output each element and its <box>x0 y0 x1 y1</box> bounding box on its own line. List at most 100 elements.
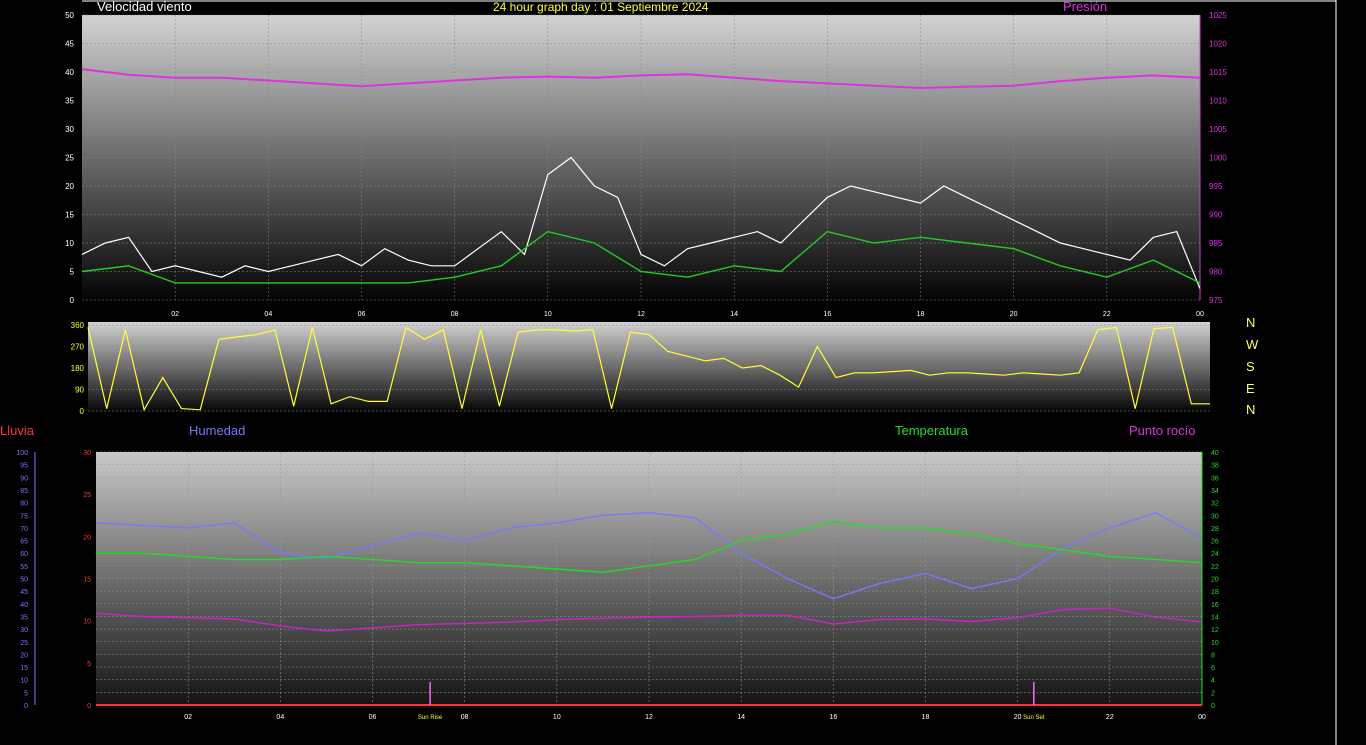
temp-x-tick-label: 12 <box>645 714 653 721</box>
humidity-y-tick-label: 35 <box>20 614 28 621</box>
sunrise-label: Sun Rise <box>418 715 443 721</box>
weather-charts: 0510152025303540455097598098599099510001… <box>16 0 1337 745</box>
wind-title: Velocidad viento <box>97 0 192 14</box>
pressure-y-tick-label: 980 <box>1209 268 1223 277</box>
humidity-y-tick-label: 75 <box>20 513 28 520</box>
wind-x-tick-label: 00 <box>1196 311 1204 318</box>
wind-x-tick-label: 02 <box>171 311 179 318</box>
humidity-y-tick-label: 25 <box>20 640 28 647</box>
rain-y-tick-label: 30 <box>83 450 91 457</box>
rain-y-tick-label: 0 <box>87 703 91 710</box>
temperature-y-tick-label: 28 <box>1211 526 1219 533</box>
wind-x-tick-label: 14 <box>730 311 738 318</box>
wind-x-tick-label: 16 <box>823 311 831 318</box>
chart-main-title: 24 hour graph day : 01 Septiembre 2024 <box>493 0 709 14</box>
temp-x-tick-label: 08 <box>461 714 469 721</box>
humidity-y-tick-label: 70 <box>20 526 28 533</box>
humidity-y-tick-label: 100 <box>16 450 28 457</box>
temp-x-tick-label: 16 <box>829 714 837 721</box>
rain-y-tick-label: 20 <box>83 534 91 541</box>
compass-n-top: N <box>1246 315 1256 330</box>
humidity-y-tick-label: 45 <box>20 589 28 596</box>
humidity-y-tick-label: 5 <box>24 690 28 697</box>
temperature-y-tick-label: 16 <box>1211 602 1219 609</box>
compass-e: E <box>1246 381 1255 396</box>
humidity-y-tick-label: 85 <box>20 488 28 495</box>
pressure-y-tick-label: 1020 <box>1209 40 1227 49</box>
wind-y-tick-label: 10 <box>65 239 74 248</box>
temperature-y-tick-label: 2 <box>1211 690 1215 697</box>
temperature-y-tick-label: 8 <box>1211 652 1215 659</box>
pressure-y-tick-label: 1005 <box>1209 125 1227 134</box>
pressure-title: Presión <box>1063 0 1108 14</box>
temperature-title: Temperatura <box>895 423 968 438</box>
rain-y-tick-label: 15 <box>83 577 91 584</box>
temp-x-tick-label: 02 <box>184 714 192 721</box>
rain-y-tick-label: 25 <box>83 492 91 499</box>
rain-title: Lluvia <box>0 423 34 438</box>
humidity-title: Humedad <box>189 423 246 438</box>
temperature-y-tick-label: 30 <box>1211 513 1219 520</box>
pressure-y-tick-label: 995 <box>1209 182 1223 191</box>
direction-y-tick-label: 180 <box>71 364 85 373</box>
temperature-y-tick-label: 14 <box>1211 614 1219 621</box>
wind-y-tick-label: 45 <box>65 40 74 49</box>
temp-x-tick-label: 04 <box>276 714 284 721</box>
wind-x-tick-label: 08 <box>451 311 459 318</box>
direction-y-tick-label: 0 <box>80 407 85 416</box>
temperature-y-tick-label: 20 <box>1211 577 1219 584</box>
compass-w: W <box>1246 337 1259 352</box>
humidity-y-tick-label: 40 <box>20 602 28 609</box>
temp-x-tick-label: 14 <box>737 714 745 721</box>
humidity-y-tick-label: 10 <box>20 678 28 685</box>
temperature-y-tick-label: 34 <box>1211 488 1219 495</box>
humidity-y-tick-label: 15 <box>20 665 28 672</box>
pressure-y-tick-label: 975 <box>1209 296 1223 305</box>
temperature-y-tick-label: 6 <box>1211 665 1215 672</box>
temperature-y-tick-label: 22 <box>1211 564 1219 571</box>
temperature-y-tick-label: 18 <box>1211 589 1219 596</box>
temperature-y-tick-label: 12 <box>1211 627 1219 634</box>
direction-y-tick-label: 90 <box>75 386 84 395</box>
pressure-y-tick-label: 1000 <box>1209 154 1227 163</box>
humidity-y-tick-label: 55 <box>20 564 28 571</box>
direction-y-tick-label: 270 <box>71 343 85 352</box>
temperature-y-tick-label: 38 <box>1211 463 1219 470</box>
humidity-y-tick-label: 30 <box>20 627 28 634</box>
direction-y-tick-label: 360 <box>71 321 85 330</box>
rain-y-tick-label: 5 <box>87 661 91 668</box>
temp-x-tick-label: 18 <box>922 714 930 721</box>
humidity-y-tick-label: 0 <box>24 703 28 710</box>
temp-x-tick-label: 20 <box>1014 714 1022 721</box>
wind-x-tick-label: 22 <box>1103 311 1111 318</box>
humidity-y-tick-label: 90 <box>20 475 28 482</box>
wind-y-tick-label: 20 <box>65 182 74 191</box>
temp-x-tick-label: 00 <box>1198 714 1206 721</box>
pressure-y-tick-label: 1010 <box>1209 97 1227 106</box>
wind-x-tick-label: 18 <box>917 311 925 318</box>
humidity-y-tick-label: 65 <box>20 539 28 546</box>
humidity-y-tick-label: 60 <box>20 551 28 558</box>
temp-x-tick-label: 10 <box>553 714 561 721</box>
compass-n-bottom: N <box>1246 402 1256 417</box>
wind-y-tick-label: 15 <box>65 211 74 220</box>
temperature-y-tick-label: 32 <box>1211 501 1219 508</box>
dewpoint-title: Punto rocío <box>1129 423 1196 438</box>
temp-x-tick-label: 22 <box>1106 714 1114 721</box>
temperature-y-tick-label: 10 <box>1211 640 1219 647</box>
wind-x-tick-label: 04 <box>264 311 272 318</box>
humidity-y-tick-label: 20 <box>20 652 28 659</box>
humidity-y-tick-label: 50 <box>20 577 28 584</box>
sunset-label: Sun Set <box>1023 715 1045 721</box>
wind-x-tick-label: 06 <box>358 311 366 318</box>
wind-x-tick-label: 10 <box>544 311 552 318</box>
temperature-y-tick-label: 24 <box>1211 551 1219 558</box>
pressure-y-tick-label: 985 <box>1209 239 1223 248</box>
wind-y-tick-label: 0 <box>70 296 75 305</box>
compass-s: S <box>1246 359 1255 374</box>
temperature-y-tick-label: 0 <box>1211 703 1215 710</box>
rain-y-tick-label: 10 <box>83 619 91 626</box>
pressure-y-tick-label: 1025 <box>1209 11 1227 20</box>
temperature-y-tick-label: 26 <box>1211 539 1219 546</box>
pressure-y-tick-label: 990 <box>1209 211 1223 220</box>
